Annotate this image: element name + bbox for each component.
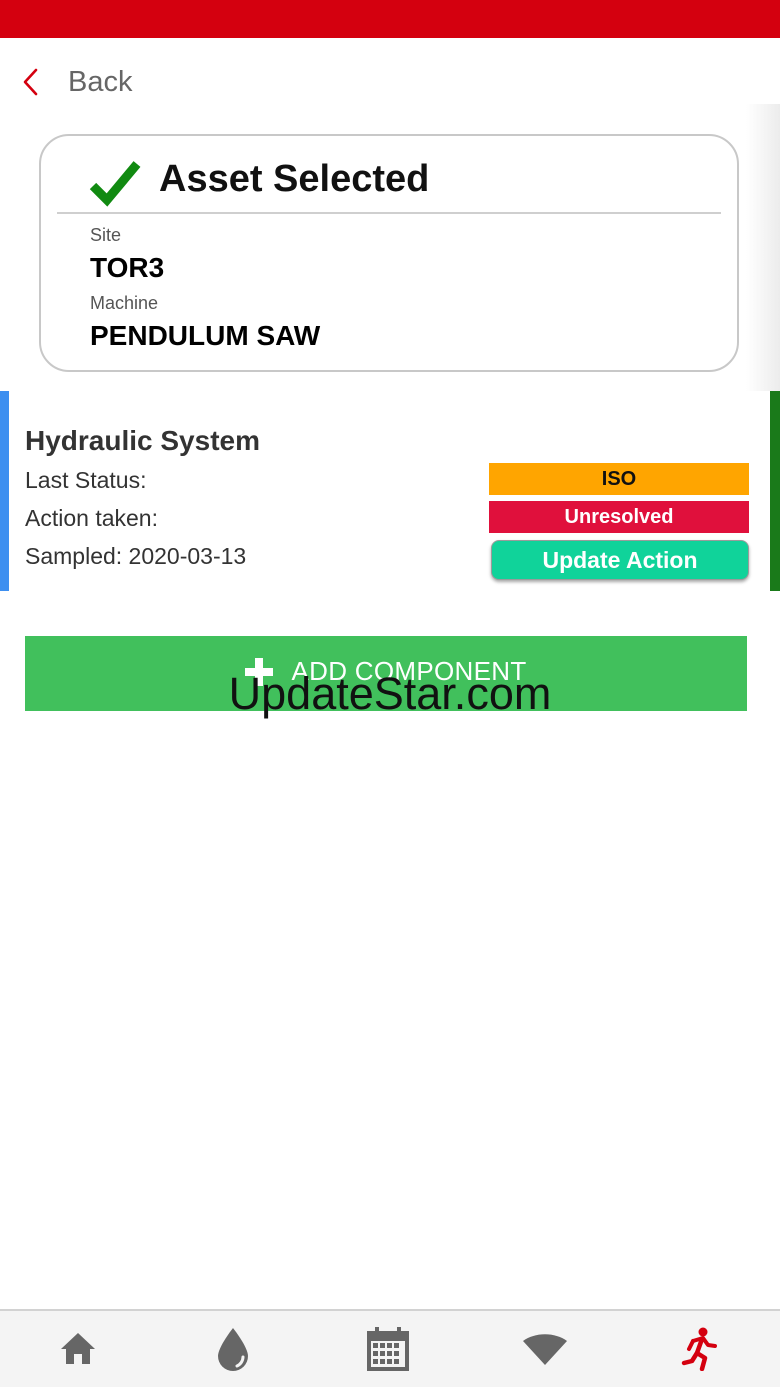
action-badge-unresolved: Unresolved [489, 501, 749, 533]
add-component-label: ADD COMPONENT [291, 656, 527, 686]
scroll-edge-shadow [746, 104, 780, 394]
nav-oil[interactable] [205, 1321, 261, 1377]
status-bar [0, 0, 780, 38]
nav-home[interactable] [50, 1321, 106, 1377]
drop-icon [218, 1328, 248, 1371]
plus-icon [245, 657, 274, 686]
nav-calendar[interactable] [360, 1321, 416, 1377]
asset-card: Asset Selected Site TOR3 Machine PENDULU… [39, 134, 739, 372]
wifi-icon [523, 1334, 567, 1365]
chevron-left-icon [23, 68, 38, 96]
header-bar: Back [0, 38, 780, 104]
asset-title: Asset Selected [159, 158, 430, 200]
asset-divider [57, 212, 721, 214]
checkmark-icon [89, 161, 141, 207]
status-badge-iso: ISO [489, 463, 749, 495]
component-title: Hydraulic System [25, 425, 260, 456]
sampled-date: Sampled: 2020-03-13 [25, 543, 247, 569]
machine-label: Machine [90, 293, 159, 313]
component-card[interactable]: Hydraulic System Last Status: Action tak… [0, 391, 780, 591]
update-action-button[interactable]: Update Action [491, 540, 749, 580]
site-value: TOR3 [90, 252, 165, 283]
running-person-icon [681, 1327, 717, 1371]
back-button[interactable]: Back [20, 62, 132, 102]
calendar-icon [367, 1327, 409, 1371]
last-status-label: Last Status: [25, 467, 147, 493]
back-label: Back [68, 65, 133, 98]
nav-wireless[interactable] [517, 1321, 573, 1377]
add-component-button[interactable]: ADD COMPONENT [25, 636, 747, 711]
action-taken-label: Action taken: [25, 505, 158, 531]
component-status-indicator [770, 391, 780, 591]
site-label: Site [90, 225, 122, 245]
machine-value: PENDULUM SAW [90, 320, 321, 351]
bottom-nav [0, 1309, 780, 1387]
nav-activity[interactable] [672, 1321, 728, 1377]
home-icon [61, 1333, 95, 1364]
component-left-accent [0, 391, 9, 591]
